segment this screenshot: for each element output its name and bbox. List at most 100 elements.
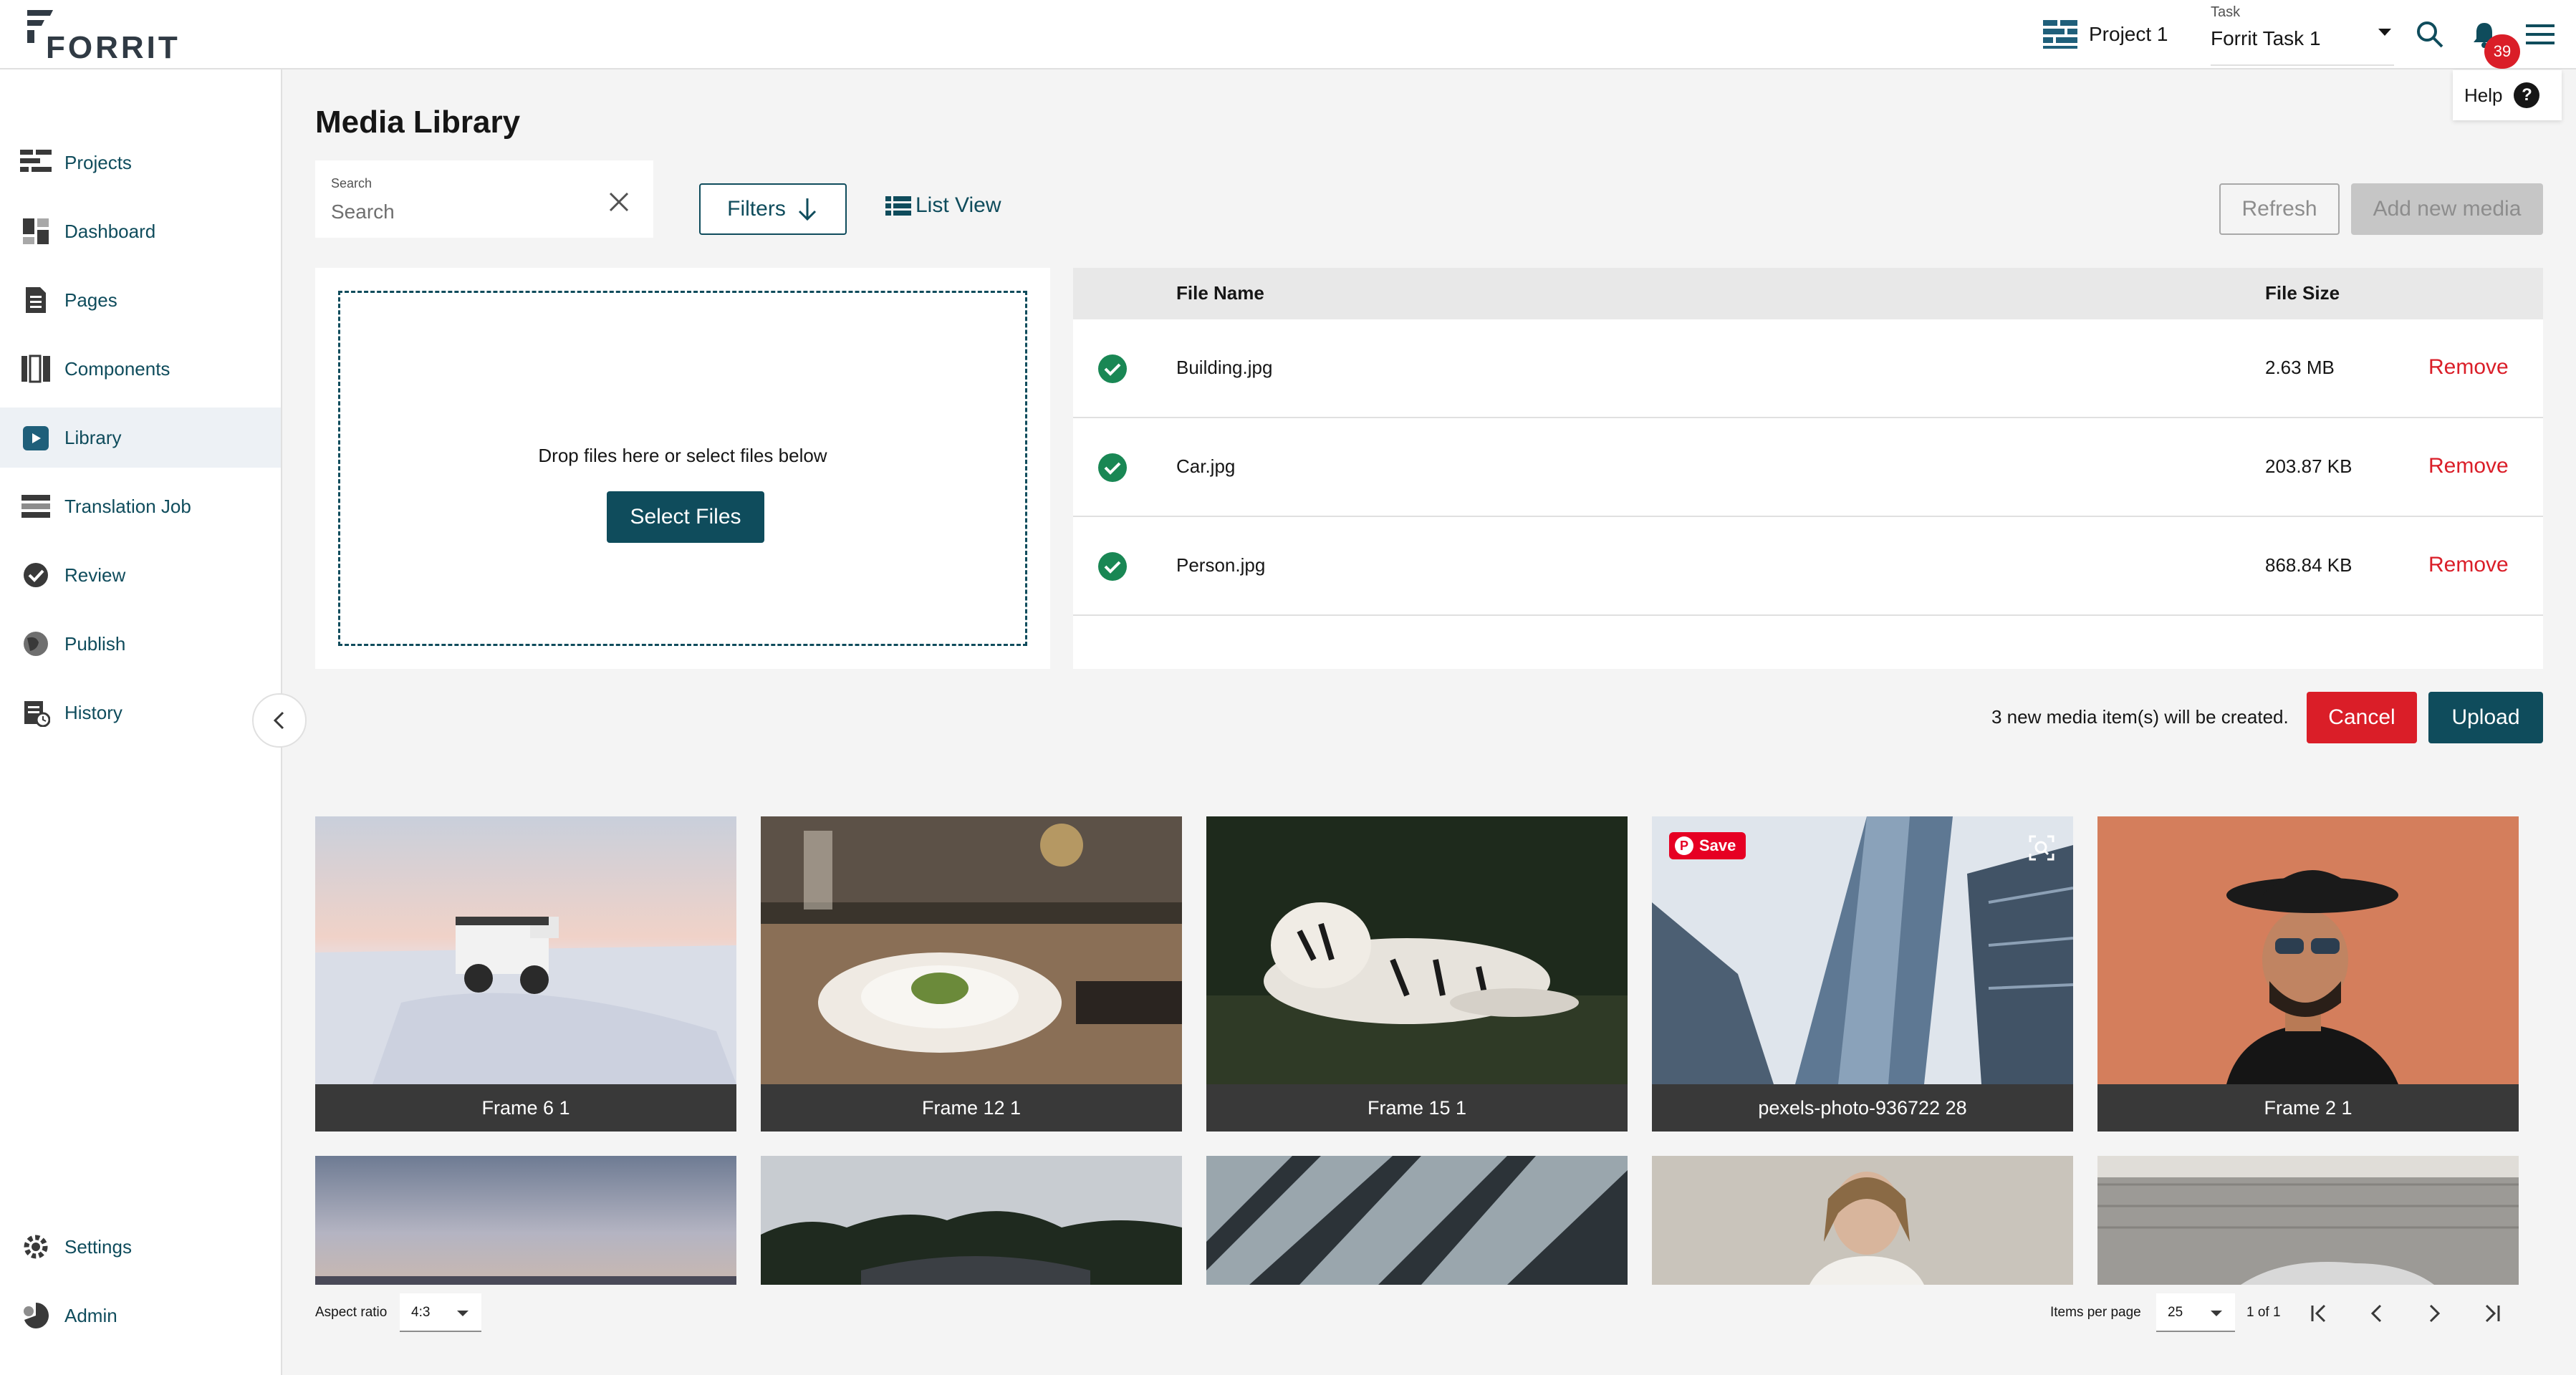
filters-label: Filters <box>727 197 786 221</box>
page-indicator: 1 of 1 <box>2246 1305 2281 1320</box>
help-label: Help <box>2464 84 2503 106</box>
pages-icon <box>20 284 52 316</box>
sidebar-item-projects[interactable]: Projects <box>0 132 281 193</box>
media-tile[interactable]: Frame 15 1 <box>1206 816 1628 1132</box>
check-circle-icon <box>1098 354 1127 383</box>
table-row: Building.jpg 2.63 MB Remove <box>1073 319 2543 418</box>
column-file-name: File Name <box>1176 282 1264 304</box>
chevron-down-icon <box>2211 1311 2222 1316</box>
task-dropdown[interactable]: Task Forrit Task 1 <box>2211 4 2394 66</box>
media-thumbnail <box>761 816 1182 1084</box>
sidebar-item-components[interactable]: Components <box>0 339 281 399</box>
arrow-down-icon <box>798 198 816 221</box>
upload-files-table: File Name File Size Building.jpg 2.63 MB… <box>1073 268 2543 669</box>
table-row: Car.jpg 203.87 KB Remove <box>1073 418 2543 517</box>
sidebar-item-label: Settings <box>64 1235 132 1258</box>
library-icon <box>20 422 52 453</box>
last-page-button[interactable] <box>2473 1295 2510 1332</box>
items-per-page-value: 25 <box>2168 1305 2183 1320</box>
refresh-button[interactable]: Refresh <box>2219 183 2340 235</box>
aspect-ratio-label: Aspect ratio <box>315 1305 388 1320</box>
media-thumbnail <box>2097 816 2519 1084</box>
sidebar-item-library[interactable]: Library <box>0 407 281 468</box>
file-size: 203.87 KB <box>2265 455 2352 477</box>
media-caption: Frame 15 1 <box>1206 1084 1628 1132</box>
media-tile[interactable]: Frame 2 1 <box>2097 816 2519 1132</box>
media-tile[interactable] <box>1206 1156 1628 1285</box>
pinterest-save-button[interactable]: P Save <box>1669 832 1746 859</box>
search-caption: Search <box>331 176 373 190</box>
media-tile[interactable] <box>761 1156 1182 1285</box>
table-header: File Name File Size <box>1073 268 2543 319</box>
check-circle-icon <box>1098 552 1127 581</box>
visual-search-icon[interactable] <box>2027 834 2056 862</box>
select-files-button[interactable]: Select Files <box>607 491 764 543</box>
file-size: 2.63 MB <box>2265 357 2335 378</box>
search-icon <box>2417 21 2443 48</box>
remove-file-button[interactable]: Remove <box>2428 355 2509 380</box>
forrit-logo[interactable]: FORRIT <box>24 6 178 65</box>
help-icon: ? <box>2514 82 2540 108</box>
media-tile[interactable]: Frame 6 1 <box>315 816 736 1132</box>
aspect-ratio-value: 4:3 <box>411 1305 431 1320</box>
list-view-label: List View <box>915 193 1001 217</box>
sidebar-item-dashboard[interactable]: Dashboard <box>0 201 281 261</box>
top-header: FORRIT Project 1 Task Forrit Task 1 39 <box>0 0 2576 69</box>
media-tile[interactable] <box>2097 1156 2519 1285</box>
first-page-button[interactable] <box>2301 1295 2338 1332</box>
file-drop-zone[interactable]: Drop files here or select files below Se… <box>338 291 1027 646</box>
last-page-icon <box>2485 1304 2500 1323</box>
previous-page-button[interactable] <box>2358 1295 2395 1332</box>
chevron-left-icon <box>2370 1304 2382 1323</box>
close-icon[interactable] <box>606 189 632 215</box>
media-thumbnail <box>315 816 736 1084</box>
main-menu-button[interactable] <box>2523 17 2557 52</box>
sidebar-item-pages[interactable]: Pages <box>0 270 281 330</box>
file-name: Building.jpg <box>1176 357 1273 378</box>
admin-icon <box>20 1300 52 1331</box>
file-name: Person.jpg <box>1176 554 1266 576</box>
upload-button[interactable]: Upload <box>2428 692 2543 743</box>
cancel-upload-button[interactable]: Cancel <box>2307 692 2417 743</box>
media-thumbnail <box>315 1156 736 1285</box>
notification-badge: 39 <box>2484 34 2520 69</box>
remove-file-button[interactable]: Remove <box>2428 454 2509 478</box>
sidebar-item-admin[interactable]: Admin <box>0 1285 281 1346</box>
aspect-ratio-select[interactable]: 4:3 <box>400 1293 481 1332</box>
sidebar-item-label: Dashboard <box>64 220 156 242</box>
next-page-button[interactable] <box>2416 1295 2453 1332</box>
add-new-media-button[interactable]: Add new media <box>2351 183 2543 235</box>
collapse-sidebar-button[interactable] <box>252 693 307 748</box>
hamburger-menu-icon <box>2526 24 2555 44</box>
media-tile[interactable]: Frame 12 1 <box>761 816 1182 1132</box>
media-tile[interactable] <box>1652 1156 2073 1285</box>
items-per-page-select[interactable]: 25 <box>2156 1293 2235 1332</box>
sidebar-item-review[interactable]: Review <box>0 545 281 605</box>
remove-file-button[interactable]: Remove <box>2428 553 2509 577</box>
settings-icon <box>20 1231 52 1263</box>
sidebar-item-settings[interactable]: Settings <box>0 1217 281 1277</box>
file-size: 868.84 KB <box>2265 554 2352 576</box>
sidebar-item-history[interactable]: History <box>0 682 281 743</box>
list-view-toggle[interactable]: List View <box>885 193 1001 218</box>
review-icon <box>20 559 52 591</box>
sidebar-item-publish[interactable]: Publish <box>0 614 281 674</box>
filters-button[interactable]: Filters <box>699 183 847 235</box>
projects-icon <box>20 147 52 178</box>
search-button[interactable] <box>2413 17 2447 52</box>
sidebar-item-label: History <box>64 701 122 723</box>
help-button[interactable]: Help ? <box>2453 70 2562 120</box>
search-input[interactable] <box>331 198 603 226</box>
sidebar-item-label: Review <box>64 564 126 586</box>
publish-icon <box>20 628 52 660</box>
project-grid-icon <box>2043 20 2077 49</box>
project-switcher[interactable]: Project 1 <box>2043 17 2168 52</box>
search-field: Search <box>315 160 653 239</box>
sidebar-item-label: Projects <box>64 151 132 173</box>
media-gallery: Frame 6 1 Frame 12 1 Frame 15 1 P Save p… <box>315 816 2543 1285</box>
media-tile[interactable]: P Save pexels-photo-936722 28 <box>1652 816 2073 1132</box>
task-value: Forrit Task 1 <box>2211 27 2321 49</box>
media-tile[interactable] <box>315 1156 736 1285</box>
sidebar-item-translation-job[interactable]: Translation Job <box>0 476 281 536</box>
pinterest-save-label: Save <box>1699 836 1736 854</box>
